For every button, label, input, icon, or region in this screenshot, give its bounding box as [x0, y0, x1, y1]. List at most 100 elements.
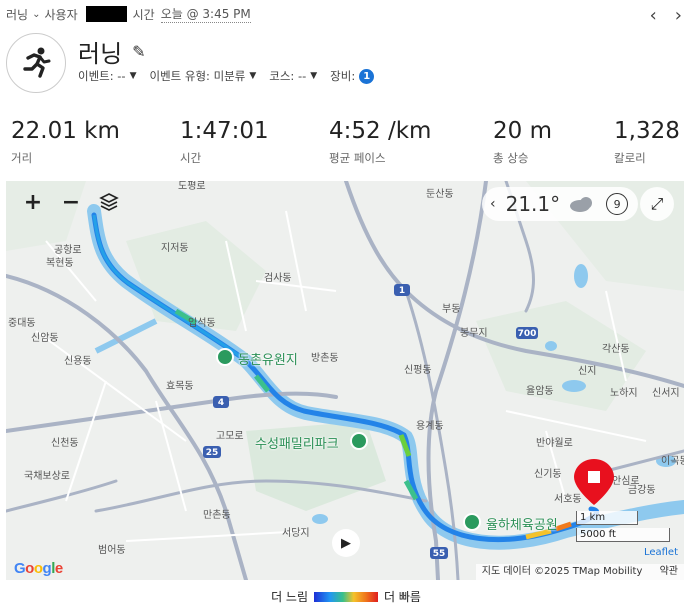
svg-text:700: 700	[518, 329, 537, 339]
svg-text:만촌동: 만촌동	[203, 509, 231, 521]
svg-text:서호동: 서호동	[554, 493, 582, 505]
caret-down-icon: ▼	[249, 71, 257, 81]
map-scale: 1 km 5000 ft	[576, 511, 670, 542]
scale-metric: 1 km	[576, 511, 638, 525]
svg-text:55: 55	[433, 549, 446, 559]
event-type-dropdown[interactable]: 이벤트 유형: 미분류 ▼	[150, 68, 257, 84]
chevron-down-icon[interactable]: ⌄	[32, 9, 40, 20]
attribution-text: 지도 데이터 ©2025 TMap Mobility	[481, 566, 643, 577]
svg-text:둔산동: 둔산동	[426, 188, 454, 200]
park-label[interactable]: 동촌유원지	[238, 349, 298, 368]
map-attribution: 지도 데이터 ©2025 TMap Mobility 약관	[475, 564, 684, 580]
stat-value: 1,328	[614, 118, 680, 144]
legend-fast-label: 더 빠름	[384, 590, 421, 604]
park-label[interactable]: 수성패밀리파크	[255, 433, 339, 452]
stat-value: 4:52 /km	[329, 118, 432, 144]
park-marker-icon[interactable]	[216, 348, 234, 366]
edit-pencil-icon[interactable]: ✎	[132, 42, 145, 61]
stat-avg-pace: 4:52 /km 평균 페이스	[329, 118, 431, 166]
park-label[interactable]: 율하체육공원	[486, 514, 558, 533]
temperature: 21.1°	[505, 192, 561, 216]
gear-link[interactable]: 장비: 1	[330, 68, 375, 84]
svg-text:복현동: 복현동	[46, 257, 74, 269]
stat-label: 시간	[180, 151, 202, 165]
stat-distance: 22.01 km 거리	[11, 118, 120, 166]
course-dropdown[interactable]: 코스: -- ▼	[269, 68, 317, 84]
event-dropdown[interactable]: 이벤트: -- ▼	[78, 68, 137, 84]
svg-text:신용동: 신용동	[64, 355, 92, 367]
breadcrumb-user-label[interactable]: 사용자	[44, 6, 77, 23]
activity-title-row: 러닝 ✎	[78, 34, 146, 69]
stat-value: 1:47:01	[180, 118, 269, 144]
svg-text:용계동: 용계동	[416, 420, 444, 432]
scale-imperial: 5000 ft	[576, 528, 670, 542]
caret-down-icon: ▼	[310, 71, 318, 81]
activity-title: 러닝	[78, 40, 123, 68]
breadcrumb-time-prefix: 시간	[132, 7, 155, 22]
activity-nav: ‹ ›	[650, 6, 682, 26]
breadcrumb-activity-type[interactable]: 러닝	[6, 6, 28, 23]
svg-text:신천동: 신천동	[51, 437, 79, 449]
caret-down-icon: ▼	[129, 71, 137, 81]
weather-widget[interactable]: ‹ 21.1° 9	[482, 187, 638, 221]
svg-text:효목동: 효목동	[166, 380, 194, 392]
stat-elevation-gain: 20 m 총 상승	[493, 118, 552, 166]
zoom-in-button[interactable]: +	[18, 187, 48, 217]
park-marker-icon[interactable]	[463, 513, 481, 531]
legend-slow-label: 더 느림	[271, 590, 308, 604]
gear-count-badge: 1	[359, 68, 375, 84]
svg-text:공항로: 공항로	[54, 244, 82, 256]
pace-legend: 더 느림 더 빠름	[0, 588, 692, 605]
breadcrumb-time-value[interactable]: 오늘 @ 3:45 PM	[160, 5, 251, 23]
svg-text:25: 25	[206, 448, 219, 458]
breadcrumb: 러닝 ⌄ 사용자 시간 오늘 @ 3:45 PM	[6, 4, 251, 24]
svg-text:봉무지: 봉무지	[460, 327, 488, 339]
stat-label: 평균 페이스	[329, 151, 386, 165]
stat-label: 칼로리	[614, 151, 646, 165]
svg-text:부동: 부동	[442, 303, 460, 315]
svg-text:이곡동: 이곡동	[661, 455, 684, 467]
play-route-button[interactable]: ▶	[332, 529, 360, 557]
redacted-username	[85, 6, 127, 22]
svg-text:안심로: 안심로	[612, 475, 640, 487]
svg-text:범어동: 범어동	[98, 544, 126, 556]
layers-icon[interactable]	[94, 187, 124, 217]
zoom-out-button[interactable]: −	[56, 187, 86, 217]
svg-text:지저동: 지저동	[161, 242, 189, 254]
running-person-icon	[23, 47, 51, 78]
stat-value: 20 m	[493, 118, 552, 144]
svg-text:중대동: 중대동	[8, 317, 36, 329]
fullscreen-expand-icon[interactable]: ⤢	[640, 187, 674, 221]
route-map[interactable]: 1 4 25 55 700 도평로 둔산동 지저동 검사동 복현동 공항로 중대동 신암동…	[6, 181, 684, 580]
park-marker-icon[interactable]	[350, 432, 368, 450]
svg-text:방촌동: 방촌동	[311, 352, 339, 364]
svg-text:신평동: 신평동	[404, 364, 432, 376]
terms-link[interactable]: 약관	[660, 566, 678, 577]
svg-text:각산동: 각산동	[602, 343, 630, 355]
svg-text:신서지: 신서지	[652, 387, 680, 399]
svg-text:4: 4	[218, 398, 224, 408]
svg-text:검사동: 검사동	[264, 272, 292, 284]
previous-activity-button[interactable]: ‹	[650, 6, 657, 26]
stats-bar: 22.01 km 거리 1:47:01 시간 4:52 /km 평균 페이스 2…	[0, 118, 692, 174]
svg-text:서당지: 서당지	[282, 527, 310, 539]
next-activity-button[interactable]: ›	[675, 6, 682, 26]
stat-calories: 1,328 칼로리	[614, 118, 680, 166]
activity-meta-row: 이벤트: -- ▼ 이벤트 유형: 미분류 ▼ 코스: -- ▼ 장비: 1	[78, 68, 387, 84]
svg-text:신암동: 신암동	[31, 332, 59, 344]
svg-text:고모로: 고모로	[216, 431, 244, 442]
svg-text:신지: 신지	[578, 365, 596, 377]
leaflet-link[interactable]: Leaflet	[644, 547, 678, 558]
svg-text:율암동: 율암동	[526, 385, 554, 397]
chevron-left-icon[interactable]: ‹	[490, 196, 496, 212]
svg-text:노하지: 노하지	[610, 386, 638, 399]
stat-value: 22.01 km	[11, 118, 120, 144]
pace-gradient-bar	[314, 591, 378, 602]
stat-label: 거리	[11, 151, 33, 165]
svg-text:신기동: 신기동	[534, 468, 562, 480]
svg-text:반야월로: 반야월로	[536, 437, 573, 449]
stat-time: 1:47:01 시간	[180, 118, 269, 166]
svg-text:도평로: 도평로	[178, 181, 206, 192]
google-logo: Google	[14, 560, 63, 577]
activity-type-icon	[6, 33, 66, 93]
